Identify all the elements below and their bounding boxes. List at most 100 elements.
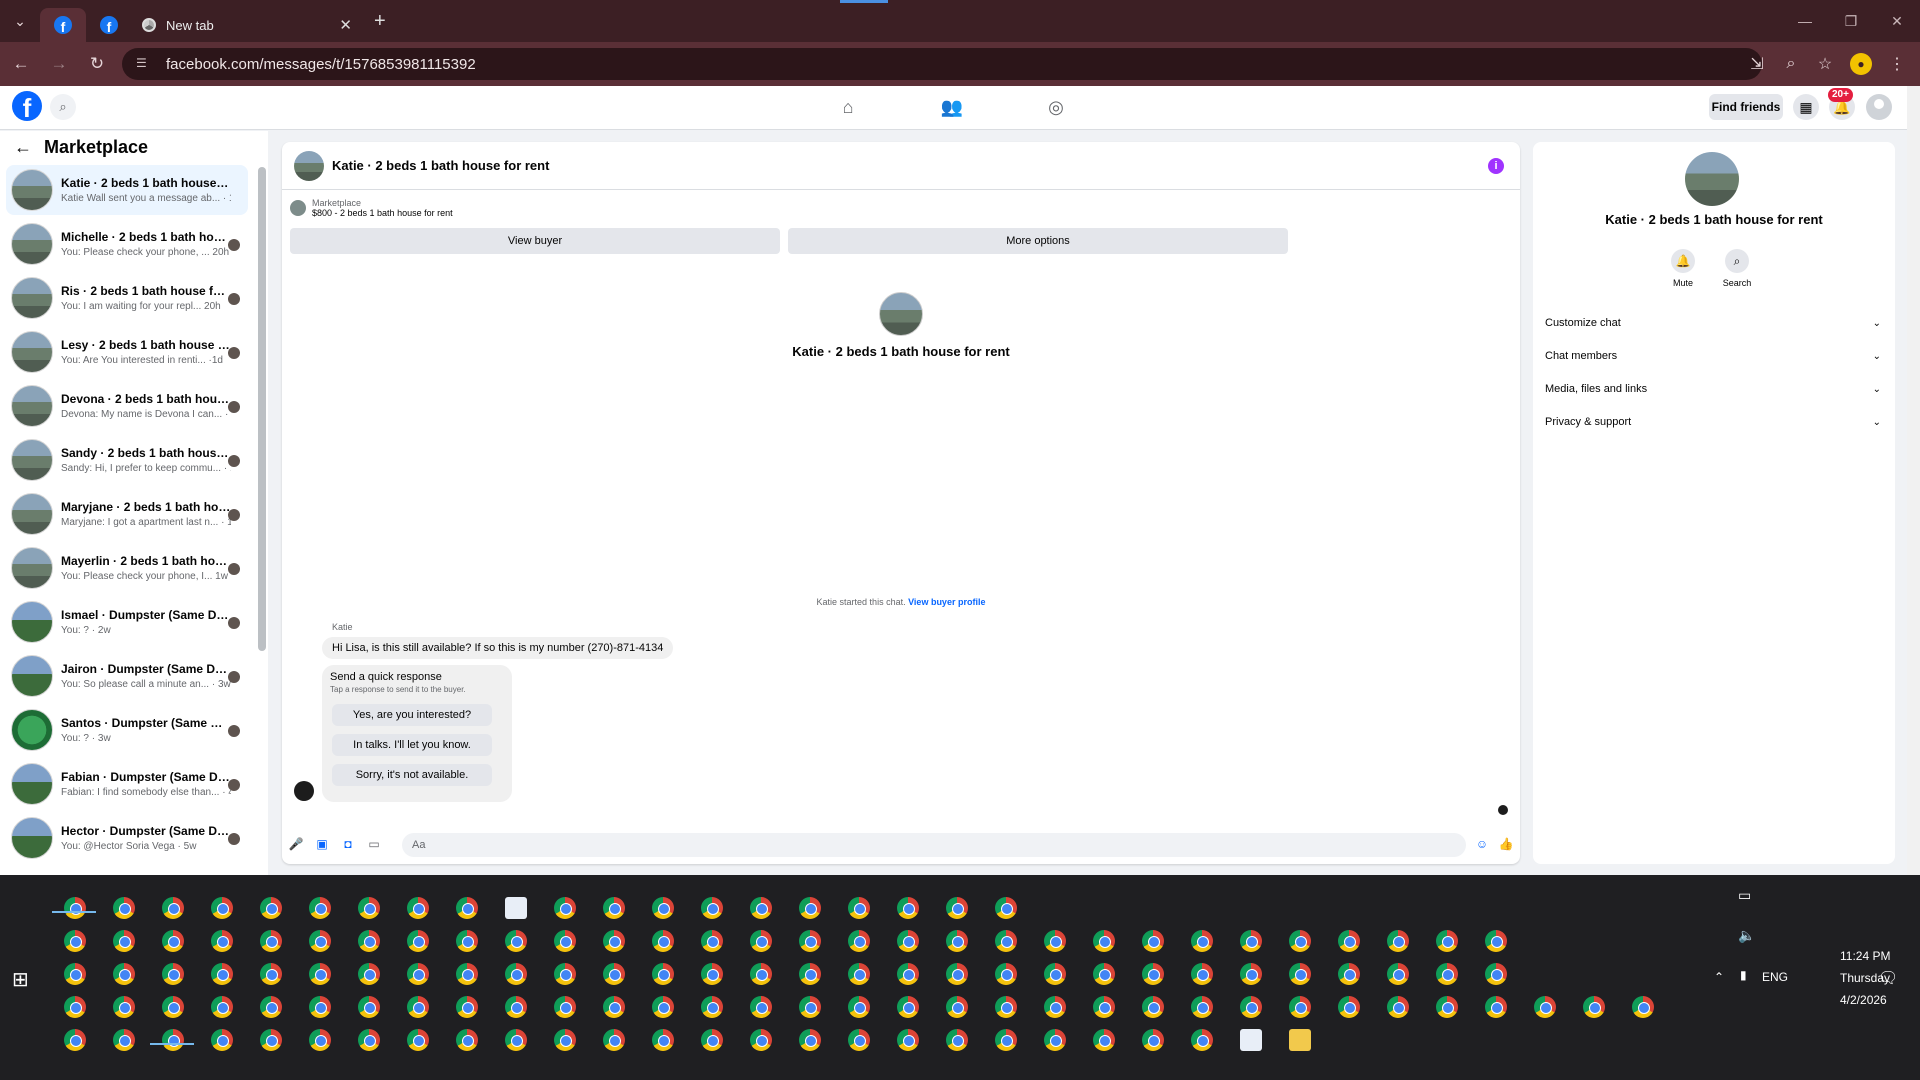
chrome-app-icon[interactable]: [162, 963, 184, 985]
quick-response-in-talks[interactable]: In talks. I'll let you know.: [332, 734, 492, 756]
chrome-app-icon[interactable]: [1387, 963, 1409, 985]
info-icon[interactable]: i: [1488, 158, 1504, 174]
chrome-app-icon[interactable]: [848, 1029, 870, 1051]
chrome-app-icon[interactable]: [1387, 996, 1409, 1018]
conversation-item[interactable]: Hector · Dumpster (Same Da... You: @Hecto…: [6, 813, 248, 863]
chrome-app-icon[interactable]: [603, 996, 625, 1018]
chrome-app-icon[interactable]: [1093, 930, 1115, 952]
conversation-item[interactable]: Sandy · 2 beds 1 bath house for... Sandy:…: [6, 435, 248, 485]
chrome-app-icon[interactable]: [603, 963, 625, 985]
chrome-app-icon[interactable]: [1338, 963, 1360, 985]
chrome-app-icon[interactable]: [1338, 996, 1360, 1018]
chrome-app-icon[interactable]: [1289, 930, 1311, 952]
chrome-app-icon[interactable]: [897, 897, 919, 919]
browser-menu-icon[interactable]: ⋮: [1882, 49, 1912, 79]
back-button[interactable]: ←: [4, 47, 38, 81]
chrome-app-icon[interactable]: [358, 930, 380, 952]
conversation-item[interactable]: Devona · 2 beds 1 bath house f... Devona:…: [6, 381, 248, 431]
forward-button[interactable]: →: [42, 47, 76, 81]
sticker-icon[interactable]: ◘: [340, 836, 356, 852]
chrome-app-icon[interactable]: [995, 963, 1017, 985]
chrome-app-icon[interactable]: [1044, 1029, 1066, 1051]
chrome-app-icon[interactable]: [1044, 930, 1066, 952]
account-avatar[interactable]: [1866, 94, 1892, 120]
conversation-item[interactable]: Ismael · Dumpster (Same Day... You: ? · 2…: [6, 597, 248, 647]
sidebar-scrollbar[interactable]: [258, 167, 266, 651]
close-tab-icon[interactable]: ✕: [339, 16, 352, 34]
search-action[interactable]: ⌕ Search: [1717, 249, 1757, 288]
chrome-app-icon[interactable]: [64, 930, 86, 952]
chrome-app-icon[interactable]: [554, 963, 576, 985]
notifications-center-icon[interactable]: 🗨: [1878, 968, 1898, 988]
chrome-app-icon[interactable]: [1093, 1029, 1115, 1051]
chrome-app-icon[interactable]: [309, 963, 331, 985]
chrome-app-icon[interactable]: [260, 1029, 282, 1051]
chrome-app-icon[interactable]: [897, 963, 919, 985]
chrome-app-icon[interactable]: [113, 996, 135, 1018]
chrome-app-icon[interactable]: [897, 996, 919, 1018]
quick-response-not-available[interactable]: Sorry, it's not available.: [332, 764, 492, 786]
chrome-app-icon[interactable]: [554, 996, 576, 1018]
chrome-app-icon[interactable]: [505, 1029, 527, 1051]
tab-new-tab[interactable]: New tab ✕: [132, 8, 362, 42]
chrome-app-icon[interactable]: [358, 963, 380, 985]
chrome-app-icon[interactable]: [946, 897, 968, 919]
chrome-app-icon[interactable]: [456, 897, 478, 919]
chrome-app-icon[interactable]: [64, 897, 86, 919]
chrome-app-icon[interactable]: [799, 1029, 821, 1051]
volume-icon[interactable]: 🔈: [1738, 927, 1755, 944]
battery-icon[interactable]: ▮: [1740, 968, 1747, 982]
tab-search-dropdown[interactable]: ⌄: [0, 0, 40, 42]
chrome-app-icon[interactable]: [309, 930, 331, 952]
chrome-app-icon[interactable]: [358, 1029, 380, 1051]
zoom-icon[interactable]: ⌕: [1776, 49, 1806, 79]
chrome-app-icon[interactable]: [603, 930, 625, 952]
conversation-item[interactable]: Lesy · 2 beds 1 bath house fo... You: Are…: [6, 327, 248, 377]
document-app-icon[interactable]: [1240, 1029, 1262, 1051]
conversation-item[interactable]: Katie · 2 beds 1 bath house for r... Kati…: [6, 165, 248, 215]
menu-grid-icon[interactable]: ▦: [1793, 94, 1819, 120]
media-files-links-row[interactable]: Media, files and links ⌄: [1545, 377, 1881, 401]
chrome-app-icon[interactable]: [995, 930, 1017, 952]
chrome-app-icon[interactable]: [260, 963, 282, 985]
chrome-app-icon[interactable]: [946, 930, 968, 952]
emoji-icon[interactable]: ☺: [1474, 836, 1490, 852]
chrome-app-icon[interactable]: [211, 930, 233, 952]
network-icon[interactable]: ▭: [1738, 887, 1751, 904]
chrome-app-icon[interactable]: [1142, 930, 1164, 952]
language-indicator[interactable]: ENG: [1762, 970, 1788, 984]
chrome-app-icon[interactable]: [603, 1029, 625, 1051]
conversation-item[interactable]: Jairon · Dumpster (Same Day... You: So pl…: [6, 651, 248, 701]
chrome-app-icon[interactable]: [162, 996, 184, 1018]
chrome-app-icon[interactable]: [995, 996, 1017, 1018]
chrome-app-icon[interactable]: [1191, 930, 1213, 952]
chrome-app-icon[interactable]: [750, 897, 772, 919]
view-buyer-button[interactable]: View buyer: [290, 228, 780, 254]
chrome-app-icon[interactable]: [407, 963, 429, 985]
chrome-app-icon[interactable]: [358, 996, 380, 1018]
chrome-app-icon[interactable]: [652, 1029, 674, 1051]
chrome-app-icon[interactable]: [701, 1029, 723, 1051]
like-thumb-icon[interactable]: 👍: [1498, 836, 1514, 852]
chrome-app-icon[interactable]: [407, 930, 429, 952]
chrome-app-icon[interactable]: [750, 930, 772, 952]
chrome-app-icon[interactable]: [701, 996, 723, 1018]
microphone-icon[interactable]: 🎤: [288, 836, 304, 852]
message-input[interactable]: Aa: [402, 833, 1466, 857]
chrome-app-icon[interactable]: [162, 897, 184, 919]
chrome-app-icon[interactable]: [652, 897, 674, 919]
chrome-app-icon[interactable]: [1289, 963, 1311, 985]
chrome-app-icon[interactable]: [1485, 930, 1507, 952]
chrome-app-icon[interactable]: [505, 963, 527, 985]
chrome-app-icon[interactable]: [848, 930, 870, 952]
chrome-app-icon[interactable]: [407, 897, 429, 919]
chrome-app-icon[interactable]: [113, 963, 135, 985]
chrome-app-icon[interactable]: [848, 897, 870, 919]
chrome-app-icon[interactable]: [554, 930, 576, 952]
chrome-app-icon[interactable]: [554, 897, 576, 919]
chrome-app-icon[interactable]: [750, 996, 772, 1018]
friends-icon[interactable]: 👥: [932, 92, 972, 122]
conversation-item[interactable]: Michelle · 2 beds 1 bath hous... You: Ple…: [6, 219, 248, 269]
chrome-app-icon[interactable]: [211, 1029, 233, 1051]
customize-chat-row[interactable]: Customize chat ⌄: [1545, 311, 1881, 335]
